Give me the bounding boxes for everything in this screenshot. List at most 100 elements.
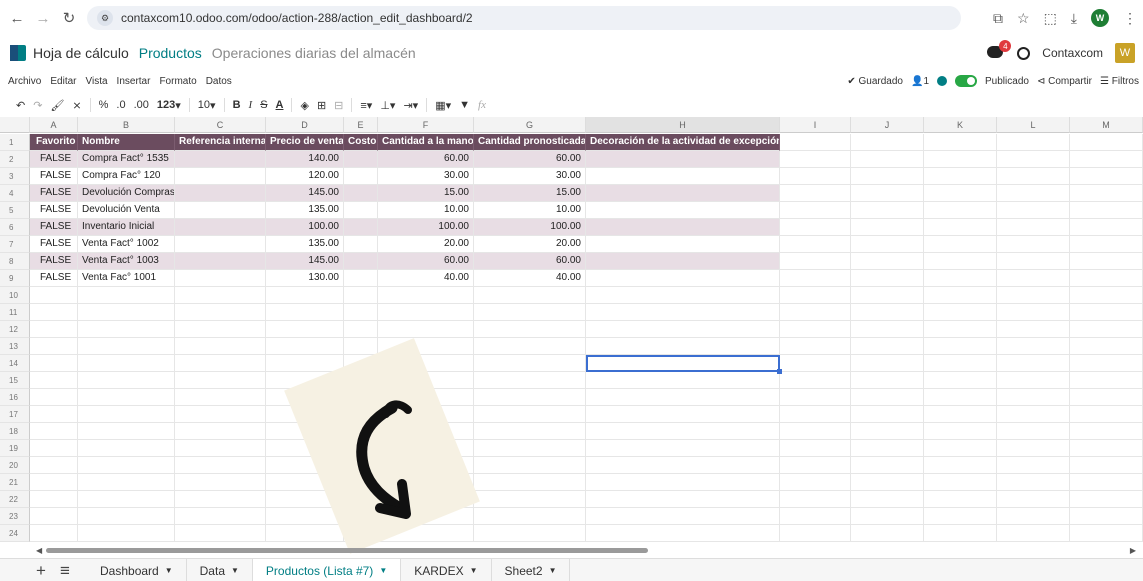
user-avatar[interactable]: W <box>1115 43 1135 63</box>
grid-cell[interactable] <box>474 355 586 372</box>
table-data-cell[interactable]: 15.00 <box>474 185 586 202</box>
grid-cell[interactable] <box>780 525 851 542</box>
table-data-cell[interactable] <box>344 253 378 270</box>
grid-cell[interactable] <box>780 202 851 219</box>
grid-cell[interactable] <box>474 440 586 457</box>
grid-cell[interactable] <box>78 525 175 542</box>
row-header[interactable]: 20 <box>0 457 30 474</box>
table-data-cell[interactable]: 135.00 <box>266 236 344 253</box>
grid-cell[interactable] <box>924 338 997 355</box>
row-header[interactable]: 15 <box>0 372 30 389</box>
table-data-cell[interactable]: 40.00 <box>378 270 474 287</box>
grid-cell[interactable] <box>997 185 1070 202</box>
select-all-corner[interactable] <box>0 117 30 133</box>
grid-cell[interactable] <box>997 168 1070 185</box>
chevron-down-icon[interactable]: ▼ <box>549 566 557 575</box>
menu-item-insertar[interactable]: Insertar <box>117 76 151 87</box>
grid-cell[interactable] <box>175 457 266 474</box>
table-data-cell[interactable]: 40.00 <box>474 270 586 287</box>
sheet-tab[interactable]: Data ▼ <box>187 559 253 581</box>
increase-decimal-button[interactable]: .00 <box>134 99 149 111</box>
table-data-cell[interactable] <box>344 236 378 253</box>
row-header[interactable]: 8 <box>0 253 30 270</box>
grid-cell[interactable] <box>1070 168 1143 185</box>
grid-cell[interactable] <box>1070 219 1143 236</box>
grid-cell[interactable] <box>997 440 1070 457</box>
grid-cell[interactable] <box>1070 134 1143 151</box>
grid-cell[interactable] <box>997 406 1070 423</box>
grid-cell[interactable] <box>997 474 1070 491</box>
grid-cell[interactable] <box>851 134 924 151</box>
borders-icon[interactable]: ⊞ <box>317 99 326 112</box>
table-header-cell[interactable]: Nombre <box>78 134 175 151</box>
row-header[interactable]: 16 <box>0 389 30 406</box>
row-header[interactable]: 19 <box>0 440 30 457</box>
table-data-cell[interactable] <box>175 219 266 236</box>
grid-cell[interactable] <box>924 202 997 219</box>
table-data-cell[interactable] <box>586 219 780 236</box>
grid-cell[interactable] <box>780 338 851 355</box>
grid-cell[interactable] <box>924 185 997 202</box>
grid-cell[interactable] <box>851 457 924 474</box>
selected-cell-outline[interactable] <box>586 355 782 374</box>
grid-cell[interactable] <box>586 491 780 508</box>
font-size-dropdown[interactable]: 10 ▾ <box>198 99 216 112</box>
grid-cell[interactable] <box>30 440 78 457</box>
grid-cell[interactable] <box>586 508 780 525</box>
activity-clock-icon[interactable] <box>1017 46 1031 60</box>
table-data-cell[interactable]: FALSE <box>30 151 78 168</box>
grid-cell[interactable] <box>997 236 1070 253</box>
grid-cell[interactable] <box>1070 372 1143 389</box>
grid-cell[interactable] <box>851 253 924 270</box>
table-data-cell[interactable] <box>586 185 780 202</box>
table-data-cell[interactable] <box>586 270 780 287</box>
grid-cell[interactable] <box>780 168 851 185</box>
chevron-down-icon[interactable]: ▼ <box>231 566 239 575</box>
table-data-cell[interactable] <box>175 236 266 253</box>
grid-cell[interactable] <box>344 338 378 355</box>
grid-cell[interactable] <box>997 423 1070 440</box>
share-button[interactable]: ⊲ Compartir <box>1037 76 1092 87</box>
column-header[interactable]: L <box>997 117 1070 133</box>
grid-cell[interactable] <box>474 508 586 525</box>
grid-cell[interactable] <box>175 304 266 321</box>
grid-cell[interactable] <box>997 457 1070 474</box>
grid-cell[interactable] <box>1070 355 1143 372</box>
extensions-icon[interactable]: ⬚ <box>1044 10 1057 27</box>
column-header[interactable]: M <box>1070 117 1143 133</box>
grid-cell[interactable] <box>851 440 924 457</box>
column-header[interactable]: F <box>378 117 474 133</box>
table-data-cell[interactable]: Venta Fact° 1003 <box>78 253 175 270</box>
grid-cell[interactable] <box>997 321 1070 338</box>
grid-cell[interactable] <box>780 355 851 372</box>
row-header[interactable]: 11 <box>0 304 30 321</box>
table-data-cell[interactable] <box>586 168 780 185</box>
chat-icon[interactable]: 4 <box>987 40 1012 60</box>
grid-cell[interactable] <box>474 372 586 389</box>
column-header[interactable]: C <box>175 117 266 133</box>
grid-cell[interactable] <box>474 491 586 508</box>
redo-icon[interactable]: ↷ <box>33 99 42 112</box>
menu-item-vista[interactable]: Vista <box>85 76 107 87</box>
forward-arrow-icon[interactable]: → <box>32 7 54 29</box>
grid-cell[interactable] <box>780 389 851 406</box>
grid-cell[interactable] <box>30 355 78 372</box>
grid-cell[interactable] <box>924 406 997 423</box>
bold-button[interactable]: B <box>233 99 241 111</box>
grid-cell[interactable] <box>175 508 266 525</box>
grid-cell[interactable] <box>851 287 924 304</box>
grid-cell[interactable] <box>586 457 780 474</box>
italic-button[interactable]: I <box>249 99 253 111</box>
column-header[interactable]: D <box>266 117 344 133</box>
table-data-cell[interactable] <box>344 168 378 185</box>
grid-cell[interactable] <box>851 491 924 508</box>
grid-cell[interactable] <box>924 321 997 338</box>
grid-cell[interactable] <box>30 372 78 389</box>
collaborators-icon[interactable]: 👤1 <box>911 76 929 87</box>
grid-cell[interactable] <box>851 236 924 253</box>
table-data-cell[interactable] <box>175 253 266 270</box>
row-header[interactable]: 7 <box>0 236 30 253</box>
add-sheet-icon[interactable]: + <box>36 561 46 581</box>
grid-cell[interactable] <box>851 372 924 389</box>
row-header[interactable]: 1 <box>0 134 30 151</box>
